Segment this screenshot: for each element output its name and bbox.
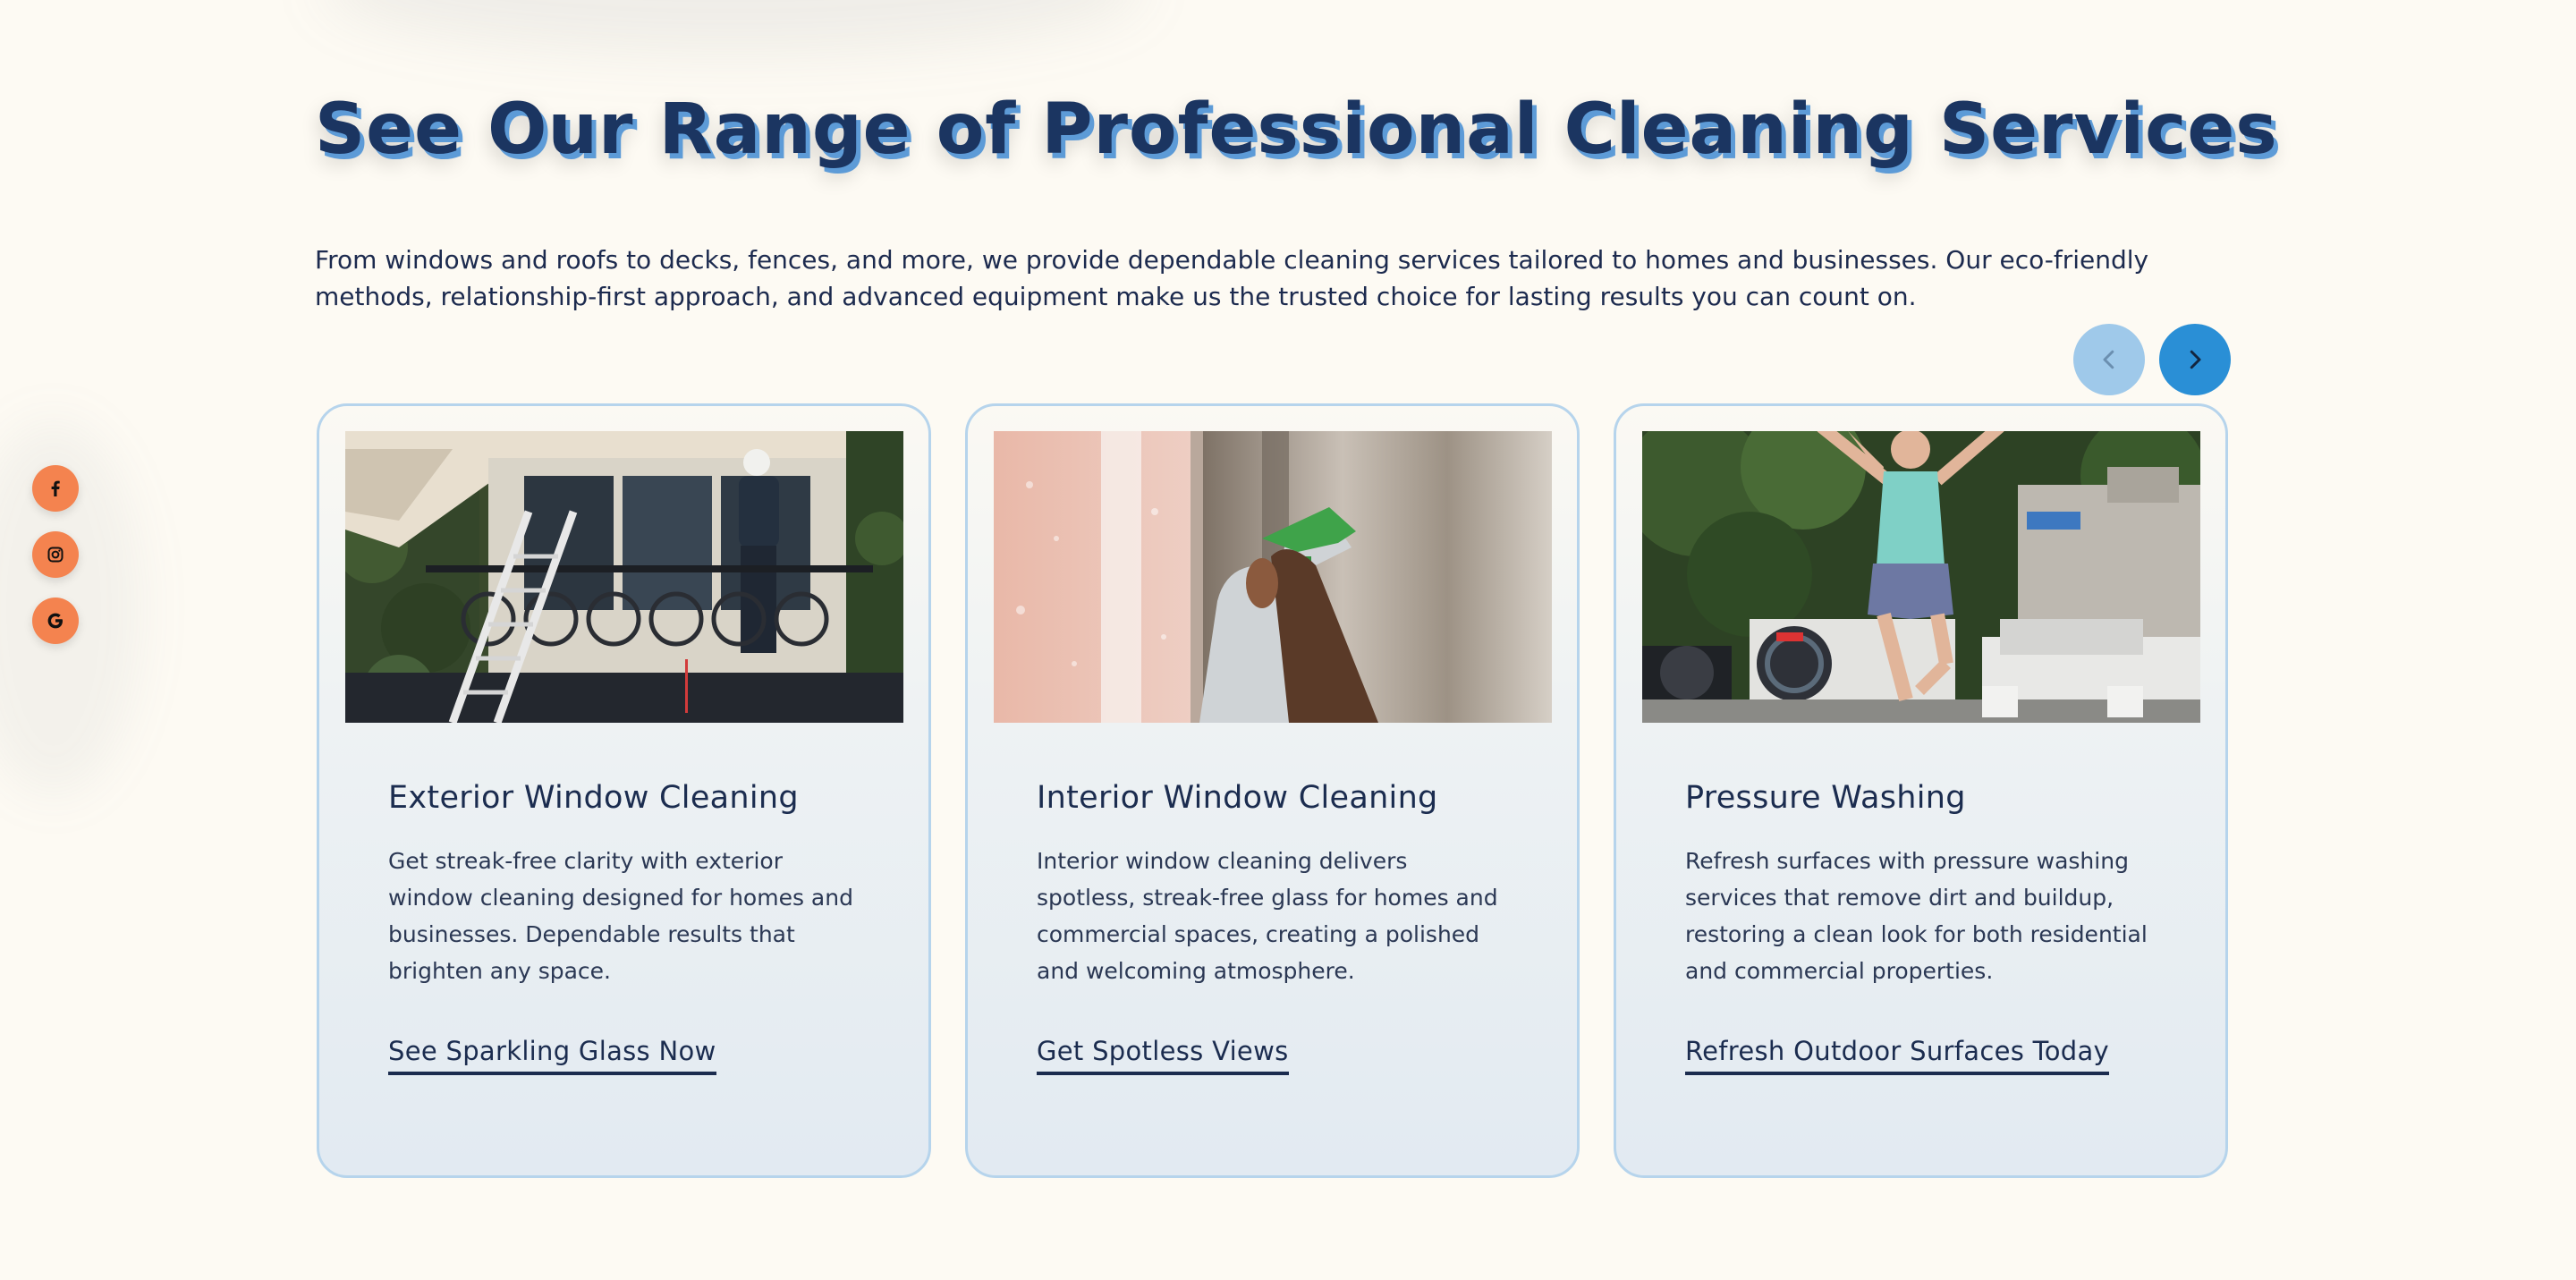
carousel-prev-button[interactable] <box>2073 324 2145 395</box>
card-image-interior-window <box>994 431 1552 723</box>
page-title: See Our Range of Professional Cleaning S… <box>315 89 2278 170</box>
card-description: Refresh surfaces with pressure washing s… <box>1685 848 2148 984</box>
card-link-see-sparkling-glass[interactable]: See Sparkling Glass Now <box>388 1036 716 1075</box>
intro-text: From windows and roofs to decks, fences,… <box>315 245 2149 311</box>
services-carousel: Exterior Window Cleaning Get streak-free… <box>317 403 2228 1178</box>
card-title: Pressure Washing <box>1685 780 1966 816</box>
google-icon <box>47 613 63 629</box>
header-shadow <box>322 0 1145 54</box>
carousel-next-button[interactable] <box>2159 324 2231 395</box>
instagram-button[interactable] <box>32 531 79 578</box>
facebook-icon <box>51 480 60 496</box>
card-title: Interior Window Cleaning <box>1037 780 1438 816</box>
google-button[interactable] <box>32 598 79 644</box>
card-image-exterior-window <box>345 431 903 723</box>
card-link-get-spotless-views[interactable]: Get Spotless Views <box>1037 1036 1289 1075</box>
chevron-left-icon <box>2103 350 2114 369</box>
service-card: Pressure Washing Refresh surfaces with p… <box>1614 403 2228 1178</box>
page: See Our Range of Professional Cleaning S… <box>0 0 2576 1280</box>
chevron-right-icon <box>2190 350 2201 369</box>
service-card: Interior Window Cleaning Interior window… <box>965 403 1580 1178</box>
card-description: Get streak-free clarity with exterior wi… <box>388 848 853 984</box>
card-image-pressure-washing <box>1642 431 2200 723</box>
social-links <box>32 465 79 644</box>
facebook-button[interactable] <box>32 465 79 512</box>
card-description: Interior window cleaning delivers spotle… <box>1037 848 1498 984</box>
service-card: Exterior Window Cleaning Get streak-free… <box>317 403 931 1178</box>
instagram-icon <box>47 547 64 563</box>
card-title: Exterior Window Cleaning <box>388 780 799 816</box>
card-link-refresh-outdoor-surfaces[interactable]: Refresh Outdoor Surfaces Today <box>1685 1036 2110 1075</box>
